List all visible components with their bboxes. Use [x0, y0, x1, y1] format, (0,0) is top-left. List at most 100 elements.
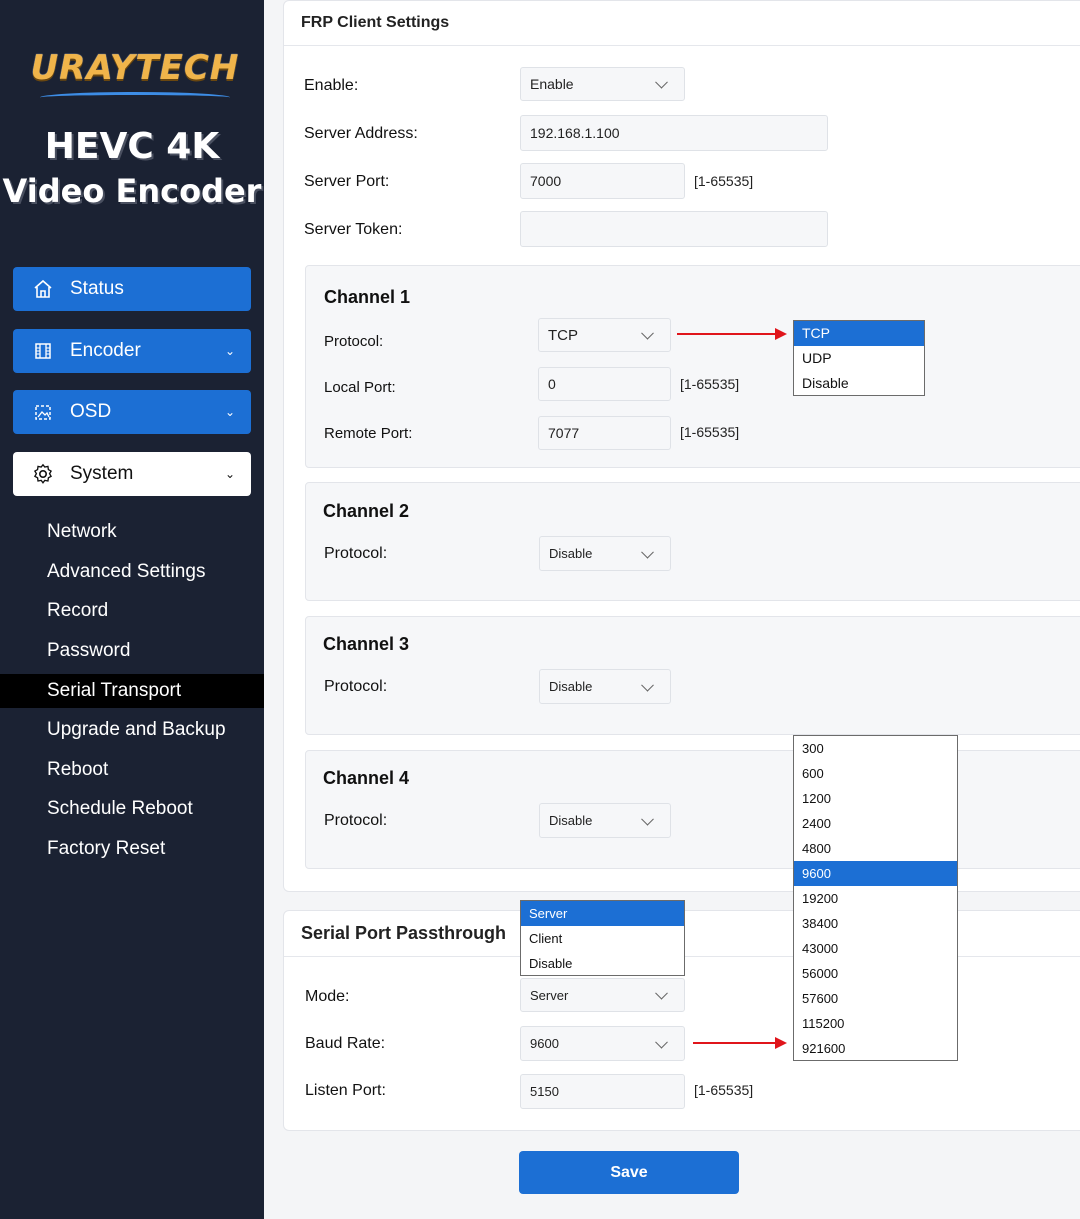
channel-4-protocol-select[interactable]: Disable	[539, 803, 671, 838]
channel-2-panel	[305, 482, 1080, 601]
server-port-input[interactable]: 7000	[520, 163, 685, 199]
channel-3-protocol-label: Protocol:	[324, 678, 388, 695]
channel-1-remote-port-input[interactable]: 7077	[538, 416, 671, 450]
nav-system-label: System	[70, 463, 134, 484]
submenu-reboot[interactable]: Reboot	[47, 759, 108, 781]
server-port-label: Server Port:	[304, 173, 390, 190]
channel-1-local-port-label: Local Port:	[324, 379, 396, 396]
product-title-line1: HEVC 4K	[44, 126, 220, 167]
brand-logo: URAYTECH	[30, 48, 240, 88]
channel-3-protocol-select[interactable]: Disable	[539, 669, 671, 704]
mode-select-value: Server	[530, 987, 569, 1003]
submenu-factory-reset[interactable]: Factory Reset	[47, 838, 165, 860]
nav-encoder[interactable]: Encoder ⌄	[13, 329, 251, 373]
enable-select-value: Enable	[530, 76, 574, 92]
submenu-network[interactable]: Network	[47, 521, 117, 543]
nav-encoder-label: Encoder	[70, 340, 141, 361]
channel-4-protocol-value: Disable	[549, 813, 593, 828]
save-button[interactable]: Save	[519, 1151, 739, 1194]
annotation-arrow-baud	[693, 1037, 787, 1049]
submenu-serial-transport[interactable]: Serial Transport	[47, 680, 181, 702]
baud-option[interactable]: 115200	[794, 1011, 957, 1036]
mode-select[interactable]: Server	[520, 978, 685, 1012]
submenu-advanced-settings[interactable]: Advanced Settings	[47, 561, 205, 583]
frp-divider	[284, 45, 1080, 46]
submenu-record[interactable]: Record	[47, 600, 108, 622]
nav-system[interactable]: System ⌄	[13, 452, 251, 496]
chevron-down-icon: ⌄	[224, 344, 235, 358]
enable-label: Enable:	[304, 77, 359, 94]
server-port-hint: [1-65535]	[694, 173, 754, 189]
baud-rate-value: 9600	[530, 1036, 559, 1051]
nav-status[interactable]: Status	[13, 267, 251, 311]
baud-option[interactable]: 19200	[794, 886, 957, 911]
listen-port-label: Listen Port:	[305, 1082, 386, 1099]
mode-dropdown-list: Server Client Disable	[520, 900, 685, 976]
nav-osd[interactable]: OSD ⌄	[13, 390, 251, 434]
baud-option[interactable]: 2400	[794, 811, 957, 836]
submenu-upgrade-backup[interactable]: Upgrade and Backup	[47, 719, 226, 741]
baud-option[interactable]: 600	[794, 761, 957, 786]
baud-option-selected[interactable]: 9600	[794, 861, 957, 886]
submenu-schedule-reboot[interactable]: Schedule Reboot	[47, 798, 193, 820]
chevron-down-icon	[655, 1035, 668, 1049]
chevron-down-icon	[641, 678, 654, 692]
submenu-password[interactable]: Password	[47, 640, 130, 662]
baud-option[interactable]: 1200	[794, 786, 957, 811]
channel-4-title: Channel 4	[323, 768, 410, 788]
channel-2-title: Channel 2	[323, 501, 410, 521]
channel-1-protocol-value: TCP	[548, 326, 578, 344]
channel-1-protocol-label: Protocol:	[324, 333, 384, 350]
channel-2-protocol-select[interactable]: Disable	[539, 536, 671, 571]
chevron-down-icon	[655, 986, 668, 1000]
protocol-option-udp[interactable]: UDP	[794, 346, 924, 371]
baud-option[interactable]: 56000	[794, 961, 957, 986]
server-address-label: Server Address:	[304, 125, 418, 142]
channel-2-protocol-value: Disable	[549, 546, 593, 561]
baud-option[interactable]: 57600	[794, 986, 957, 1011]
mode-option-server[interactable]: Server	[521, 901, 684, 926]
chevron-down-icon	[641, 326, 654, 340]
channel-1-protocol-select[interactable]: TCP	[538, 318, 671, 352]
chevron-down-icon: ⌄	[224, 467, 235, 481]
listen-port-input[interactable]: 5150	[520, 1074, 685, 1109]
sidebar: URAYTECH HEVC 4K Video Encoder Status En…	[0, 0, 264, 1219]
server-token-input[interactable]	[520, 211, 828, 247]
channel-3-protocol-value: Disable	[549, 679, 593, 694]
mode-option-client[interactable]: Client	[521, 926, 684, 951]
baud-option[interactable]: 921600	[794, 1036, 957, 1061]
chevron-down-icon: ⌄	[224, 405, 235, 419]
channel-1-local-port-input[interactable]: 0	[538, 367, 671, 401]
frp-title: FRP Client Settings	[301, 14, 450, 31]
channel-3-title: Channel 3	[323, 634, 410, 654]
channel-4-protocol-label: Protocol:	[324, 812, 388, 829]
channel-2-protocol-label: Protocol:	[324, 545, 388, 562]
gear-icon	[32, 463, 54, 485]
mode-option-disable[interactable]: Disable	[521, 951, 684, 976]
baud-rate-select[interactable]: 9600	[520, 1026, 685, 1061]
server-address-input[interactable]: 192.168.1.100	[520, 115, 828, 151]
baud-option[interactable]: 4800	[794, 836, 957, 861]
logo-swoosh	[40, 92, 230, 103]
channel-3-panel	[305, 616, 1080, 735]
product-title-line2: Video Encoder	[2, 172, 262, 210]
enable-select[interactable]: Enable	[520, 67, 685, 101]
protocol-option-tcp[interactable]: TCP	[794, 321, 924, 346]
protocol-option-disable[interactable]: Disable	[794, 371, 924, 396]
channel-1-title: Channel 1	[324, 287, 411, 307]
chevron-down-icon	[641, 545, 654, 559]
serial-title: Serial Port Passthrough	[301, 923, 507, 943]
nav-osd-label: OSD	[70, 401, 112, 422]
baud-option[interactable]: 43000	[794, 936, 957, 961]
film-icon	[32, 340, 54, 362]
image-icon	[32, 401, 54, 423]
baud-option[interactable]: 38400	[794, 911, 957, 936]
protocol-dropdown-list: TCP UDP Disable	[793, 320, 925, 396]
chevron-down-icon	[641, 812, 654, 826]
channel-1-remote-port-label: Remote Port:	[324, 425, 413, 442]
baud-rate-dropdown-list: 300 600 1200 2400 4800 9600 19200 38400 …	[793, 735, 958, 1061]
baud-option[interactable]: 300	[794, 736, 957, 761]
listen-port-hint: [1-65535]	[694, 1082, 754, 1098]
annotation-arrow-protocol	[677, 328, 787, 340]
chevron-down-icon	[655, 75, 668, 89]
